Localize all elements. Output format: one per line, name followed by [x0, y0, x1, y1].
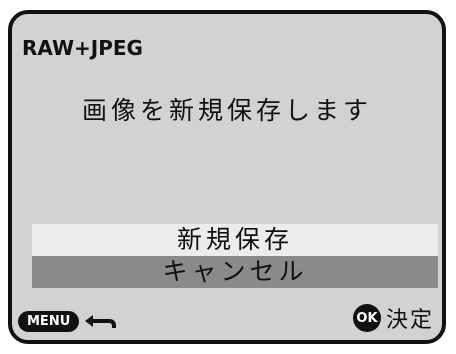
- back-control[interactable]: MENU: [18, 311, 117, 332]
- option-save-new[interactable]: 新規保存: [32, 224, 438, 256]
- dialog-message: 画像を新規保存します: [81, 96, 372, 125]
- option-cancel[interactable]: キャンセル: [32, 256, 438, 288]
- confirm-control[interactable]: OK 決定: [352, 302, 434, 334]
- format-title: RAW+JPEG: [22, 36, 143, 60]
- dialog-screen: RAW+JPEG 画像を新規保存します 新規保存 キャンセル MENU OK 決…: [8, 10, 446, 344]
- ok-button-icon: OK: [352, 304, 381, 332]
- menu-button-icon: MENU: [18, 311, 80, 332]
- back-arrow-icon: [85, 314, 117, 328]
- confirm-label: 決定: [385, 308, 434, 333]
